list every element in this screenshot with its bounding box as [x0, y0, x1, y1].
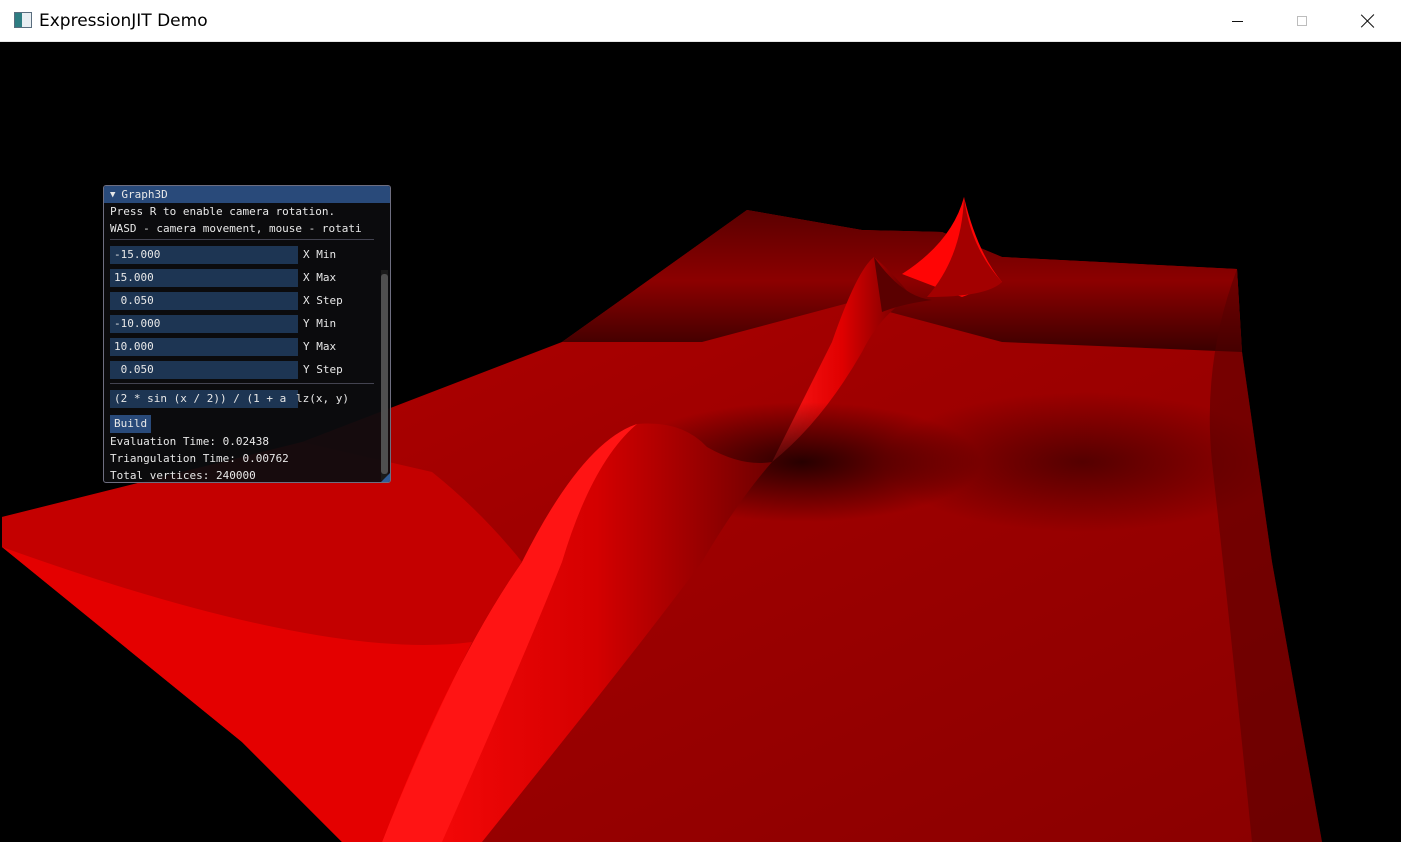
x-step-input[interactable]: 0.050	[110, 291, 298, 310]
graph3d-header[interactable]: ▼ Graph3D	[104, 186, 390, 203]
graph3d-window[interactable]: ▼ Graph3D Press R to enable camera rotat…	[103, 185, 391, 483]
y-max-row: 10.000 Y Max	[110, 335, 384, 358]
window-title-bar[interactable]: ExpressionJIT Demo	[0, 0, 1401, 42]
x-step-row: 0.050 X Step	[110, 289, 384, 312]
expression-input[interactable]: (2 * sin (x / 2)) / (1 + a	[110, 389, 298, 408]
separator	[110, 239, 374, 240]
expression-label: lz(x, y)	[296, 392, 349, 405]
separator	[110, 383, 374, 384]
triangulation-time: Triangulation Time: 0.00762	[110, 452, 289, 465]
y-max-label: Y Max	[303, 340, 337, 353]
x-min-input[interactable]: -15.000	[110, 245, 298, 264]
y-min-label: Y Min	[303, 317, 337, 330]
y-step-row: 0.050 Y Step	[110, 358, 384, 381]
resize-grip-icon[interactable]	[381, 473, 390, 482]
maximize-button[interactable]	[1279, 0, 1325, 42]
total-vertices: Total vertices: 240000	[110, 469, 256, 482]
maximize-icon	[1297, 16, 1307, 26]
minimize-button[interactable]	[1214, 0, 1260, 42]
window-title: ExpressionJIT Demo	[39, 11, 208, 31]
graph3d-body: Press R to enable camera rotation. WASD …	[104, 203, 390, 482]
evaluation-time: Evaluation Time: 0.02438	[110, 435, 269, 448]
x-min-label: X Min	[303, 248, 337, 261]
x-max-label: X Max	[303, 271, 337, 284]
build-button[interactable]: Build	[110, 415, 152, 433]
y-step-label: Y Step	[303, 363, 343, 376]
app-icon	[14, 12, 32, 28]
close-icon	[1361, 14, 1375, 28]
collapse-arrow-icon[interactable]: ▼	[110, 190, 115, 200]
minimize-icon	[1231, 20, 1243, 22]
x-max-input[interactable]: 15.000	[110, 268, 298, 287]
graph3d-title: Graph3D	[121, 188, 168, 201]
expression-row: (2 * sin (x / 2)) / (1 + a lz(x, y)	[110, 387, 384, 410]
x-max-row: 15.000 X Max	[110, 266, 384, 289]
x-min-row: -15.000 X Min	[110, 243, 384, 266]
close-button[interactable]	[1345, 0, 1391, 42]
scrollbar-thumb[interactable]	[381, 274, 388, 474]
y-min-row: -10.000 Y Min	[110, 312, 384, 335]
vertical-scrollbar[interactable]	[381, 270, 388, 480]
help-text-rotation: Press R to enable camera rotation.	[110, 205, 336, 218]
y-min-input[interactable]: -10.000	[110, 314, 298, 333]
help-text-movement: WASD - camera movement, mouse - rotati	[110, 222, 362, 235]
x-step-label: X Step	[303, 294, 343, 307]
y-step-input[interactable]: 0.050	[110, 360, 298, 379]
y-max-input[interactable]: 10.000	[110, 337, 298, 356]
